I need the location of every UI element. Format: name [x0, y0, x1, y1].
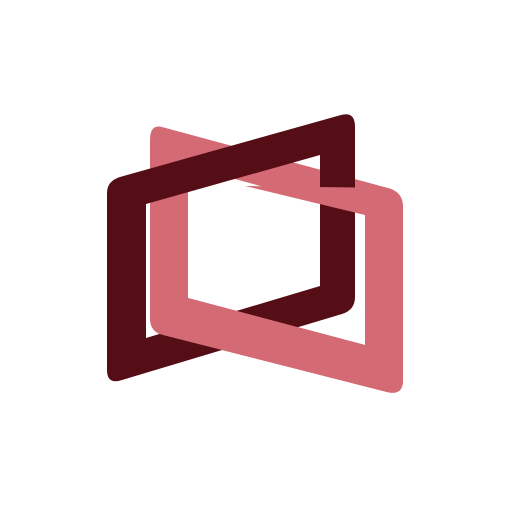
canvas [0, 0, 512, 512]
interlocking-frames-logo-icon [107, 114, 403, 393]
